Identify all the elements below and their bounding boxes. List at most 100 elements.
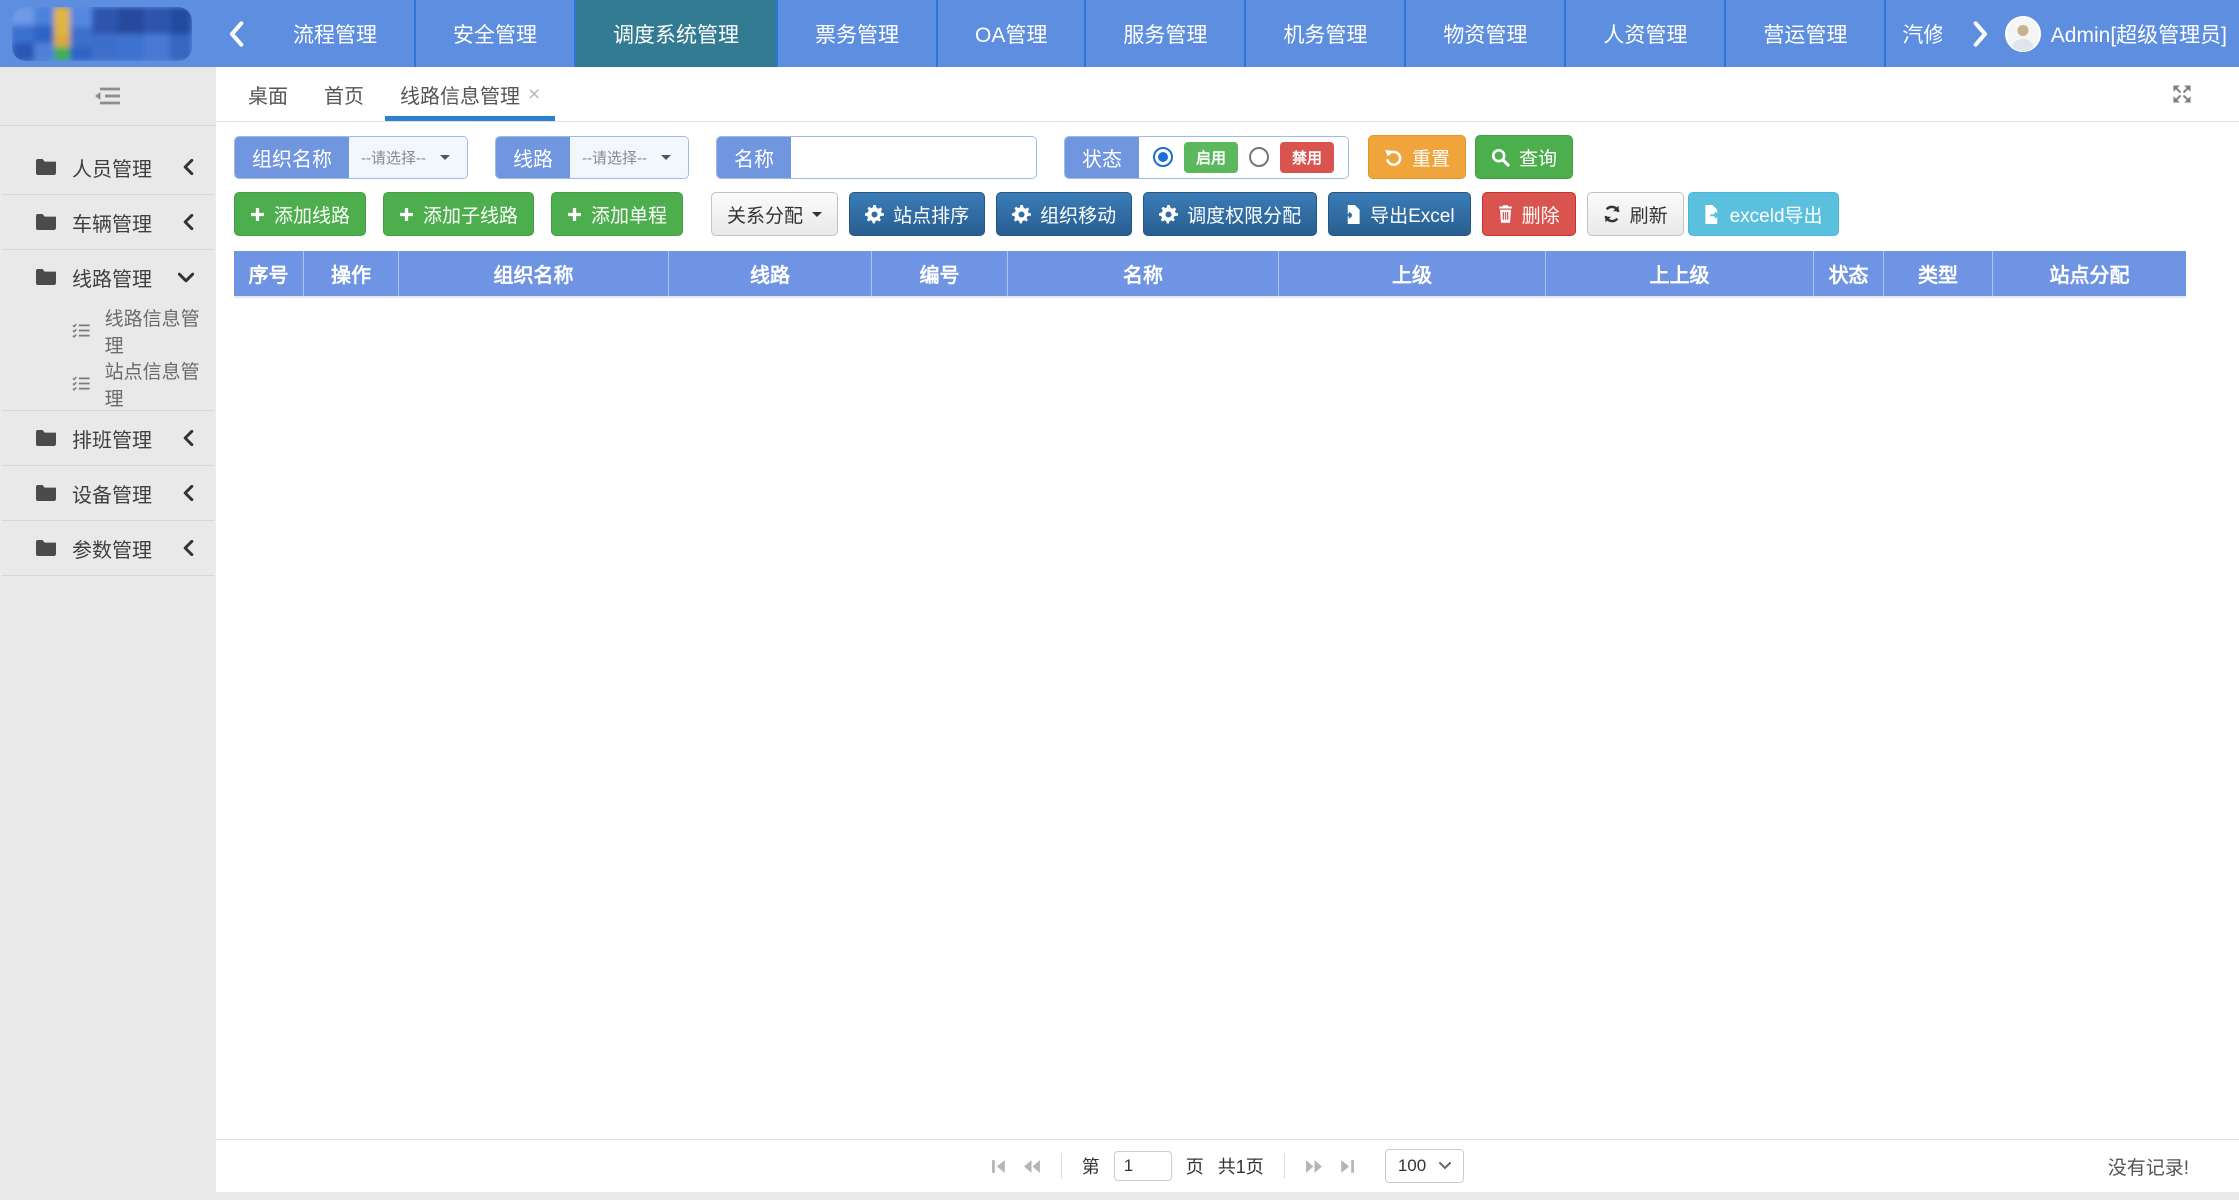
column-header-actions[interactable]: 操作	[304, 251, 399, 296]
nav-item-operations[interactable]: 营运管理	[1724, 0, 1884, 67]
close-icon[interactable]: ×	[528, 84, 540, 105]
folder-icon	[36, 269, 56, 285]
station-sort-button[interactable]: 站点排序	[849, 192, 985, 236]
nav-item-ticketing[interactable]: 票务管理	[776, 0, 936, 67]
sidebar-item-label: 设备管理	[72, 479, 152, 508]
column-header-number[interactable]: 编号	[872, 251, 1008, 296]
sidebar-item-parameters[interactable]: 参数管理	[0, 521, 216, 575]
export-excel-button[interactable]: 导出Excel	[1328, 192, 1470, 236]
file-export-icon	[1704, 205, 1721, 224]
page-size-select[interactable]: 100	[1385, 1149, 1464, 1183]
last-page-icon	[1338, 1159, 1355, 1174]
search-button[interactable]: 查询	[1475, 135, 1573, 179]
top-navbar: 流程管理 安全管理 调度系统管理 票务管理 OA管理 服务管理 机务管理 物资管…	[0, 0, 2239, 67]
name-label: 名称	[717, 137, 791, 178]
nav-scroll-right-button[interactable]	[1961, 0, 2001, 67]
sidebar-item-label: 排班管理	[72, 424, 152, 453]
add-single-trip-button[interactable]: 添加单程	[551, 192, 683, 236]
tab-desktop[interactable]: 桌面	[233, 67, 303, 121]
plus-icon	[567, 207, 582, 222]
sidebar-collapse-button[interactable]	[94, 86, 122, 106]
nav-item-machinery[interactable]: 机务管理	[1244, 0, 1404, 67]
sidebar-item-vehicles[interactable]: 车辆管理	[0, 195, 216, 249]
org-name-filter: 组织名称 --请选择--	[234, 136, 468, 179]
nav-item-dispatch-system[interactable]: 调度系统管理	[574, 0, 776, 67]
gear-icon	[1012, 205, 1031, 224]
add-subline-button[interactable]: 添加子线路	[383, 192, 534, 236]
nav-item-truncated[interactable]: 汽修	[1884, 0, 1942, 67]
add-line-button[interactable]: 添加线路	[234, 192, 366, 236]
page-number-input[interactable]	[1114, 1151, 1172, 1181]
column-header-grandparent[interactable]: 上上级	[1546, 251, 1814, 296]
last-page-button[interactable]	[1338, 1159, 1355, 1174]
column-header-station-assign[interactable]: 站点分配	[1993, 251, 2186, 296]
first-page-button[interactable]	[991, 1159, 1008, 1174]
reset-button[interactable]: 重置	[1368, 135, 1466, 179]
next-page-button[interactable]	[1305, 1159, 1324, 1174]
dispatch-permission-button[interactable]: 调度权限分配	[1143, 192, 1317, 236]
relation-assign-dropdown[interactable]: 关系分配	[711, 192, 838, 236]
pagination-bar: 第 页 共1页 100 没有记录!	[216, 1139, 2239, 1192]
line-select[interactable]: --请选择--	[570, 137, 688, 178]
button-label: 查询	[1519, 144, 1557, 171]
button-label: exceld导出	[1730, 201, 1823, 228]
column-header-status[interactable]: 状态	[1814, 251, 1884, 296]
task-list-icon	[72, 376, 91, 391]
status-enabled-badge[interactable]: 启用	[1184, 142, 1238, 173]
exceld-export-button[interactable]: exceld导出	[1688, 192, 1839, 236]
name-input[interactable]	[791, 137, 1036, 178]
page-size-value: 100	[1398, 1156, 1426, 1176]
status-disabled-radio[interactable]	[1249, 147, 1269, 167]
sidebar-item-label: 车辆管理	[72, 208, 152, 237]
nav-item-materials[interactable]: 物资管理	[1404, 0, 1564, 67]
next-page-icon	[1305, 1159, 1324, 1174]
undo-icon	[1384, 148, 1403, 166]
sidebar-item-equipment[interactable]: 设备管理	[0, 466, 216, 520]
column-header-seq[interactable]: 序号	[234, 251, 304, 296]
line-filter: 线路 --请选择--	[495, 136, 689, 179]
column-header-name[interactable]: 名称	[1008, 251, 1279, 296]
status-enabled-radio[interactable]	[1153, 147, 1173, 167]
logo-mosaic	[12, 7, 192, 61]
user-menu[interactable]: Admin[超级管理员]	[2001, 0, 2239, 67]
column-header-type[interactable]: 类型	[1884, 251, 1993, 296]
button-label: 组织移动	[1040, 201, 1116, 228]
chevron-left-icon	[183, 214, 194, 230]
nav-item-security[interactable]: 安全管理	[414, 0, 574, 67]
sidebar-menu: 人员管理 车辆管理 线路管理 线路信息管理 站点信息管理 排班管理	[0, 126, 216, 576]
org-name-select[interactable]: --请选择--	[349, 137, 467, 178]
sidebar-item-scheduling[interactable]: 排班管理	[0, 411, 216, 465]
column-header-org-name[interactable]: 组织名称	[399, 251, 669, 296]
divider	[1061, 1153, 1062, 1179]
divider	[1284, 1153, 1285, 1179]
sidebar-item-lines[interactable]: 线路管理	[0, 250, 216, 304]
expand-arrows-icon	[2171, 83, 2193, 105]
chevron-down-icon	[178, 272, 194, 283]
nav-scroll-left-button[interactable]	[216, 0, 256, 67]
sidebar-item-personnel[interactable]: 人员管理	[0, 140, 216, 194]
tab-label: 首页	[324, 80, 364, 109]
status-disabled-badge[interactable]: 禁用	[1280, 142, 1334, 173]
folder-icon	[36, 430, 56, 446]
column-header-parent[interactable]: 上级	[1279, 251, 1546, 296]
tab-label: 桌面	[248, 80, 288, 109]
button-label: 刷新	[1630, 201, 1668, 228]
nav-item-process[interactable]: 流程管理	[256, 0, 414, 67]
tab-home[interactable]: 首页	[309, 67, 379, 121]
org-move-button[interactable]: 组织移动	[996, 192, 1132, 236]
nav-item-hr[interactable]: 人资管理	[1564, 0, 1724, 67]
total-pages-label: 共1页	[1218, 1153, 1264, 1179]
chevron-left-icon	[183, 540, 194, 556]
sidebar-item-label: 参数管理	[72, 534, 152, 563]
sidebar-subitem-line-info[interactable]: 线路信息管理	[0, 304, 216, 357]
prev-page-button[interactable]	[1022, 1159, 1041, 1174]
delete-button[interactable]: 删除	[1482, 192, 1576, 236]
chevron-right-icon	[1973, 20, 1989, 48]
nav-item-oa[interactable]: OA管理	[936, 0, 1084, 67]
nav-item-service[interactable]: 服务管理	[1084, 0, 1244, 67]
fullscreen-button[interactable]	[2171, 67, 2193, 121]
refresh-button[interactable]: 刷新	[1587, 192, 1684, 236]
tab-line-info-management[interactable]: 线路信息管理 ×	[385, 67, 555, 121]
column-header-line[interactable]: 线路	[669, 251, 872, 296]
sidebar-subitem-station-info[interactable]: 站点信息管理	[0, 357, 216, 410]
